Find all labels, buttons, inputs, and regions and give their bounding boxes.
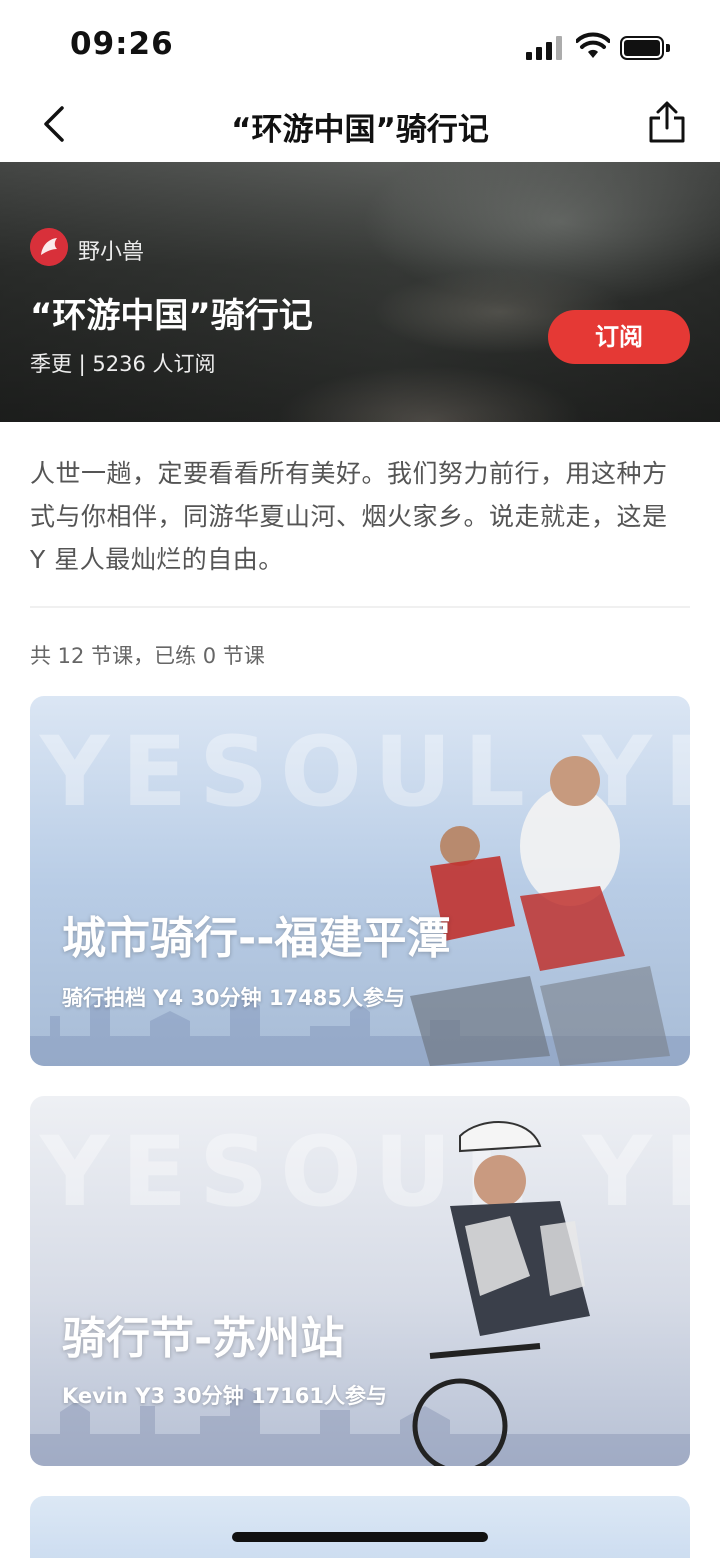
subscribe-button[interactable]: 订阅	[548, 310, 690, 364]
brand-logo-icon	[30, 228, 68, 266]
course-meta: 骑行拍档 Y4 30分钟 17485人参与	[62, 986, 406, 1010]
course-card[interactable]: YESOUL YESOUL 城市骑行--福建平潭 骑行拍档 Y4 30分钟 17…	[30, 696, 690, 1066]
series-description: 人世一趟，定要看看所有美好。我们努力前行，用这种方式与你相伴，同游华夏山河、烟火…	[30, 459, 668, 574]
wifi-icon	[576, 32, 610, 58]
divider	[30, 606, 690, 608]
share-icon[interactable]	[646, 100, 688, 144]
brand-name[interactable]: 野小兽	[78, 234, 144, 266]
instructors-on-bikes-illustration	[410, 756, 670, 1066]
course-title: 骑行节-苏州站	[62, 1313, 345, 1364]
lesson-count: 共 12 节课，已练 0 节课	[30, 644, 265, 668]
cellular-signal-icon	[526, 34, 564, 60]
course-meta: Kevin Y3 30分钟 17161人参与	[62, 1384, 388, 1408]
series-meta: 季更 | 5236 人订阅	[30, 352, 216, 376]
battery-icon	[620, 36, 670, 60]
nav-bar: “环游中国”骑行记	[0, 90, 720, 162]
course-title: 城市骑行--福建平潭	[62, 913, 451, 964]
status-time: 09:26	[70, 26, 174, 62]
status-bar: 09:26	[0, 0, 720, 90]
course-card[interactable]: YESOUL YESOUL 骑行节-苏州站 Kevin Y3 30分钟 1716…	[30, 1096, 690, 1466]
cyclist-illustration	[412, 1121, 590, 1466]
series-title: “环游中国”骑行记	[30, 296, 313, 336]
home-indicator	[232, 1532, 488, 1542]
page-title: “环游中国”骑行记	[231, 112, 489, 148]
series-hero-banner: 野小兽 “环游中国”骑行记 季更 | 5236 人订阅 订阅	[0, 162, 720, 422]
course-card[interactable]	[30, 1496, 690, 1558]
